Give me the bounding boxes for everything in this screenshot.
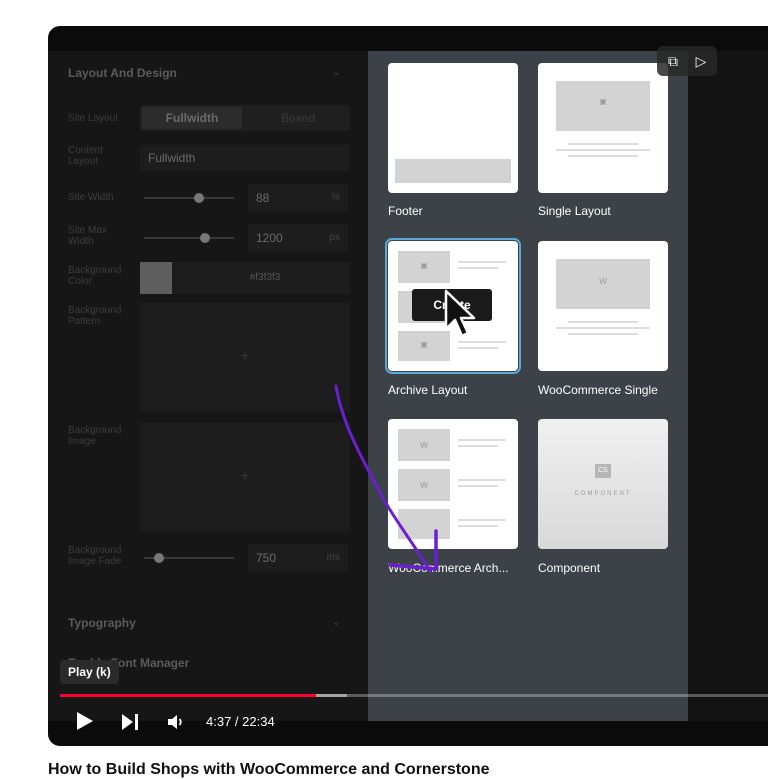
row-label: Site Width xyxy=(68,192,114,203)
thumb-line xyxy=(458,525,498,527)
template-card-woocommerce-single[interactable]: W xyxy=(538,241,668,371)
row-label: Site Layout xyxy=(68,113,119,124)
woo-icon: W xyxy=(599,277,607,286)
section-typography: Typography xyxy=(68,616,136,630)
image-icon: ▣ xyxy=(420,261,428,270)
bg-image-dropzone: + xyxy=(140,422,350,532)
progress-played xyxy=(60,694,317,697)
thumb-line xyxy=(458,485,498,487)
video-title[interactable]: How to Build Shops with WooCommerce and … xyxy=(48,761,768,779)
thumb-line xyxy=(568,155,638,157)
thumb-line xyxy=(458,261,506,263)
time-display: 4:37 / 22:34 xyxy=(206,714,275,729)
thumb-line xyxy=(458,341,506,343)
thumb-line xyxy=(568,333,638,335)
thumb-line xyxy=(458,479,506,481)
component-text: COMPONENT xyxy=(574,491,632,497)
slider-knob xyxy=(194,193,204,203)
thumb-line xyxy=(458,267,498,269)
option-boxed: Boxed xyxy=(280,111,316,125)
template-label: Single Layout xyxy=(538,204,611,218)
max-width-value: 1200 xyxy=(256,231,283,245)
site-layout-toggle: Fullwidth Boxed xyxy=(140,105,350,131)
slider-knob xyxy=(154,553,164,563)
template-label: Component xyxy=(538,561,601,575)
row-label: Content Layout xyxy=(68,145,104,167)
row-label: Site Max Width xyxy=(68,225,107,247)
progress-bar[interactable] xyxy=(60,694,768,697)
site-width-field: 88 % xyxy=(248,184,348,212)
component-icon: CS xyxy=(595,464,611,478)
thumb-block xyxy=(395,159,511,183)
volume-icon[interactable] xyxy=(166,712,186,732)
max-width-unit: px xyxy=(329,232,340,243)
thumb-block xyxy=(556,81,650,131)
bg-pattern-dropzone: + xyxy=(140,302,350,412)
play-icon[interactable] xyxy=(74,710,96,732)
option-fullwidth: Fullwidth xyxy=(142,107,242,129)
fade-value: 750 xyxy=(256,551,277,565)
max-width-slider xyxy=(144,237,234,239)
thumb-line xyxy=(458,347,498,349)
editor-panel: Layout And Design ⌄ Site Layout Fullwidt… xyxy=(48,51,368,721)
row-label: Background Pattern xyxy=(68,305,122,327)
play-tooltip: Play (k) xyxy=(60,660,119,684)
color-swatch xyxy=(140,262,172,294)
thumb-line xyxy=(568,143,638,145)
thumb-line xyxy=(458,445,498,447)
site-width-value: 88 xyxy=(256,191,270,205)
chevron-down-icon: ⌄ xyxy=(332,617,341,628)
section-layout-design: Layout And Design xyxy=(68,66,177,80)
image-icon: ▣ xyxy=(599,97,607,106)
row-label: Background Image xyxy=(68,425,122,447)
thumb-line xyxy=(556,149,650,151)
preview-area xyxy=(688,51,768,721)
template-label: WooCommerce Single xyxy=(538,383,658,397)
template-card-single-layout[interactable]: ▣ xyxy=(538,63,668,193)
video-player[interactable]: Layout And Design ⌄ Site Layout Fullwidt… xyxy=(48,26,768,746)
image-icon: ▣ xyxy=(420,340,428,349)
row-label: Background Color xyxy=(68,265,122,287)
template-card-component[interactable]: CS COMPONENT xyxy=(538,419,668,549)
site-width-slider xyxy=(144,197,234,199)
mouse-cursor-icon xyxy=(444,289,476,338)
autoplay-preview-icon[interactable]: ▷ xyxy=(689,50,713,72)
miniplayer-icon[interactable]: ⧉ xyxy=(661,50,685,72)
template-label: Footer xyxy=(388,204,423,218)
next-icon[interactable] xyxy=(120,712,140,732)
overlay-buttons: ⧉ ▷ xyxy=(657,46,717,76)
template-card-footer[interactable] xyxy=(388,63,518,193)
annotation-arrow-icon xyxy=(334,384,438,573)
max-width-field: 1200 px xyxy=(248,224,348,252)
thumb-line xyxy=(568,321,638,323)
site-width-unit: % xyxy=(331,192,340,203)
thumb-line xyxy=(458,519,506,521)
thumb-line xyxy=(458,439,506,441)
chevron-down-icon: ⌄ xyxy=(332,67,341,78)
thumb-line xyxy=(556,327,650,329)
bg-color-field: #f3f3f3 xyxy=(172,262,350,294)
row-label: Background Image Fade xyxy=(68,545,122,567)
slider-knob xyxy=(200,233,210,243)
content-layout-select: Fullwidth xyxy=(140,145,350,171)
video-frame[interactable]: Layout And Design ⌄ Site Layout Fullwidt… xyxy=(48,51,768,721)
